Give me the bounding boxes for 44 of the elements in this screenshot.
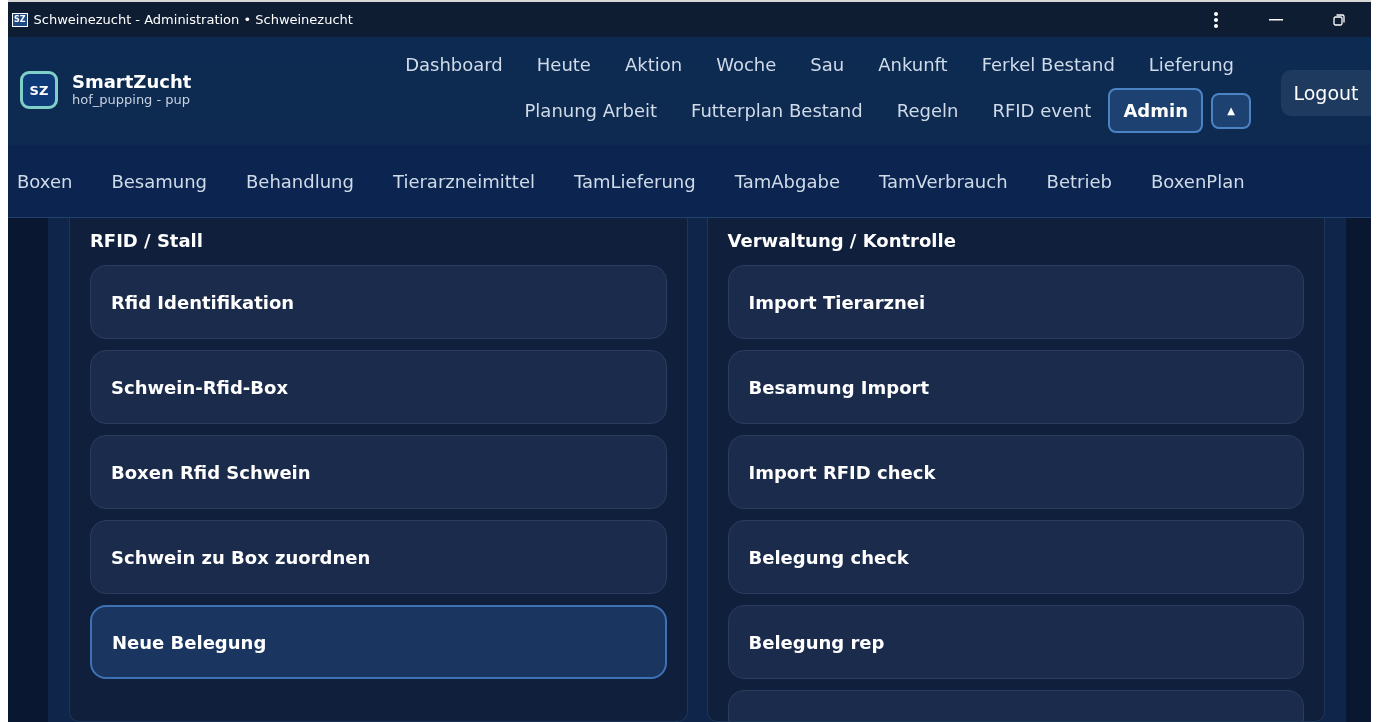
nav-link[interactable]: Futterplan Bestand (674, 97, 880, 124)
nav-link[interactable]: Ferkel Bestand (964, 51, 1132, 78)
nav-link[interactable]: Lieferung (1131, 51, 1251, 78)
nav-link[interactable]: Woche (699, 51, 794, 78)
more-options-icon[interactable] (1213, 10, 1219, 29)
subnav-link[interactable]: Tierarzneimittel (392, 170, 535, 192)
restore-icon[interactable] (1333, 13, 1345, 26)
nav-link[interactable]: Heute (519, 51, 608, 78)
subnav-link[interactable]: Behandlung (246, 170, 354, 192)
menu-item[interactable]: Belegung rep (727, 605, 1304, 679)
menu-item[interactable]: Belegung check (727, 520, 1304, 594)
menu-item[interactable]: Import Tierarznei (727, 265, 1304, 339)
collapse-button[interactable]: ▲ (1211, 92, 1251, 129)
subnav-link[interactable]: BoxenPlan (1150, 170, 1245, 192)
subnav-link[interactable]: Besamung (111, 170, 207, 192)
menu-item[interactable]: Neue Belegung (90, 605, 667, 679)
menu-item[interactable]: Import RFID check (727, 435, 1304, 509)
nav-link[interactable]: RFID event (975, 97, 1109, 124)
subnav-link[interactable]: Betrieb (1046, 170, 1112, 192)
subnav-link[interactable]: TamLieferung (573, 170, 696, 192)
subnav-link[interactable]: Boxen (17, 170, 73, 192)
section-title: Verwaltung / Kontrolle (727, 230, 957, 251)
minimize-icon[interactable] (1269, 18, 1283, 21)
nav-link[interactable]: Admin (1108, 88, 1203, 133)
window-title: Schweinezucht - Administration • Schweinezucht (33, 12, 353, 27)
nav-link[interactable]: Regeln (879, 97, 976, 124)
menu-item[interactable]: Schwein zu Box zuordnen (90, 520, 667, 594)
menu-item[interactable]: Boxen Rfid Schwein (90, 435, 667, 509)
menu-item[interactable]: Schwein-Rfid-Box (90, 350, 667, 424)
nav-link[interactable]: Aktion (607, 51, 700, 78)
farm-name: hof_pupping - pup (72, 92, 192, 108)
nav-link[interactable]: Planung Arbeit (507, 97, 675, 124)
menu-item[interactable]: Rfid Identifikation (90, 265, 667, 339)
nav-link[interactable]: Dashboard (388, 51, 520, 78)
nav-link[interactable]: Ankunft (861, 51, 965, 78)
logout-button[interactable]: Logout (1281, 70, 1371, 116)
menu-item[interactable]: Besamung Import (727, 350, 1304, 424)
logo-icon: SZ (20, 71, 58, 109)
section-title: RFID / Stall (90, 230, 204, 251)
nav-link[interactable]: Sau (793, 51, 862, 78)
subnav-link[interactable]: TamVerbrauch (879, 170, 1008, 192)
subnav-link[interactable]: TamAbgabe (734, 170, 840, 192)
app-icon: SZ (12, 12, 28, 27)
app-name: SmartZucht (72, 72, 192, 92)
